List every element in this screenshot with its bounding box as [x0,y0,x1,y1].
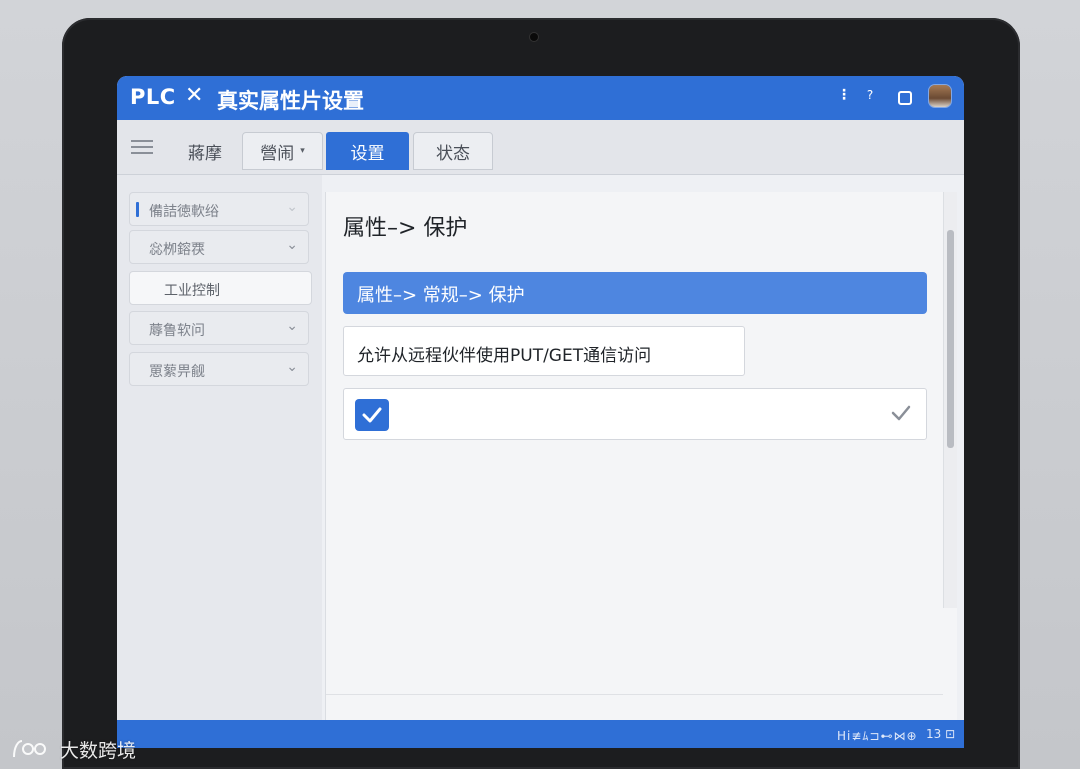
section-header: 属性–> 常规–> 保护 [343,272,927,314]
tab-2-label: 營闹 [260,143,295,164]
vertical-scrollbar[interactable] [943,192,957,608]
title-bar: PLC ✕ 真实属性片设置 ⋮ ? [117,76,964,120]
tab-status[interactable]: 状态 [413,132,493,170]
watermark: 大数跨境 [10,735,136,763]
scrollbar-thumb[interactable] [947,230,954,448]
sidebar-item-label: 工业控制 [164,283,220,299]
tab-bar: 蔣摩 營闹 ▾ 设置 状态 [117,120,964,175]
more-options-icon[interactable]: ⋮ [837,87,851,103]
tab-1-label: 蔣摩 [188,143,222,164]
sidebar: 備詰徳軟绤 ⌄ 惢栁鎔覄 ⌄ 工业控制 蓐鲁软问 ⌄ 罳蕠畀觎 ⌄ [117,175,322,720]
check-icon [891,405,911,421]
tab-status-label: 状态 [436,143,470,164]
sidebar-item-label: 備詰徳軟绤 [149,204,219,220]
watermark-logo-icon [13,740,46,758]
option-label: 允许从远程伙伴使用PUT/GET通信访问 [357,346,652,366]
maximize-icon[interactable] [898,91,912,105]
status-icons: Hi≢ﾑ⊐⊷⋈⊕ [837,729,918,743]
chevron-down-icon: ⌄ [286,199,298,215]
selection-indicator [136,202,139,217]
sidebar-item-5[interactable]: 罳蕠畀觎 ⌄ [129,352,309,386]
chevron-down-icon: ▾ [300,146,305,156]
avatar[interactable] [929,85,951,107]
sidebar-item-2[interactable]: 惢栁鎔覄 ⌄ [129,230,309,264]
tab-1[interactable]: 蔣摩 [175,132,235,170]
option-label-box: 允许从远程伙伴使用PUT/GET通信访问 [343,326,745,376]
status-number: 13 ⊡ [926,727,956,741]
hamburger-menu-icon[interactable] [131,140,153,156]
sidebar-item-4[interactable]: 蓐鲁软问 ⌄ [129,311,309,345]
tab-2-dropdown[interactable]: 營闹 ▾ [242,132,323,170]
sidebar-item-label: 罳蕠畀觎 [149,364,205,380]
help-icon[interactable]: ? [864,88,876,102]
sidebar-item-label: 惢栁鎔覄 [149,242,205,258]
tab-settings-label: 设置 [350,143,385,164]
chevron-down-icon: ⌄ [286,237,298,253]
page-title: 属性–> 保护 [343,216,468,241]
app-name: PLC [130,85,176,109]
chevron-down-icon: ⌄ [286,318,298,334]
divider [326,694,943,695]
window-title: 真实属性片设置 [217,89,364,113]
close-icon[interactable]: ✕ [185,83,203,108]
camera-icon [530,33,538,41]
main-panel: 属性–> 保护 属性–> 常规–> 保护 允许从远程伙伴使用PUT/GET通信访… [325,192,957,720]
put-get-access-checkbox[interactable] [355,399,389,431]
section-header-label: 属性–> 常规–> 保护 [357,285,525,306]
tab-settings[interactable]: 设置 [326,132,409,170]
status-bar: Hi≢ﾑ⊐⊷⋈⊕ 13 ⊡ [117,720,964,748]
sidebar-item-industrial-control[interactable]: 工业控制 [129,271,312,305]
sidebar-item-1[interactable]: 備詰徳軟绤 ⌄ [129,192,309,226]
watermark-text: 大数跨境 [60,739,137,762]
checkmark-icon [362,407,382,423]
app-screen: PLC ✕ 真实属性片设置 ⋮ ? 蔣摩 營闹 ▾ 设置 状态 備詰徳軟绤 ⌄ [117,76,964,748]
permission-checkbox-row[interactable] [343,388,927,440]
chevron-down-icon: ⌄ [286,359,298,375]
sidebar-item-label: 蓐鲁软问 [149,323,205,339]
